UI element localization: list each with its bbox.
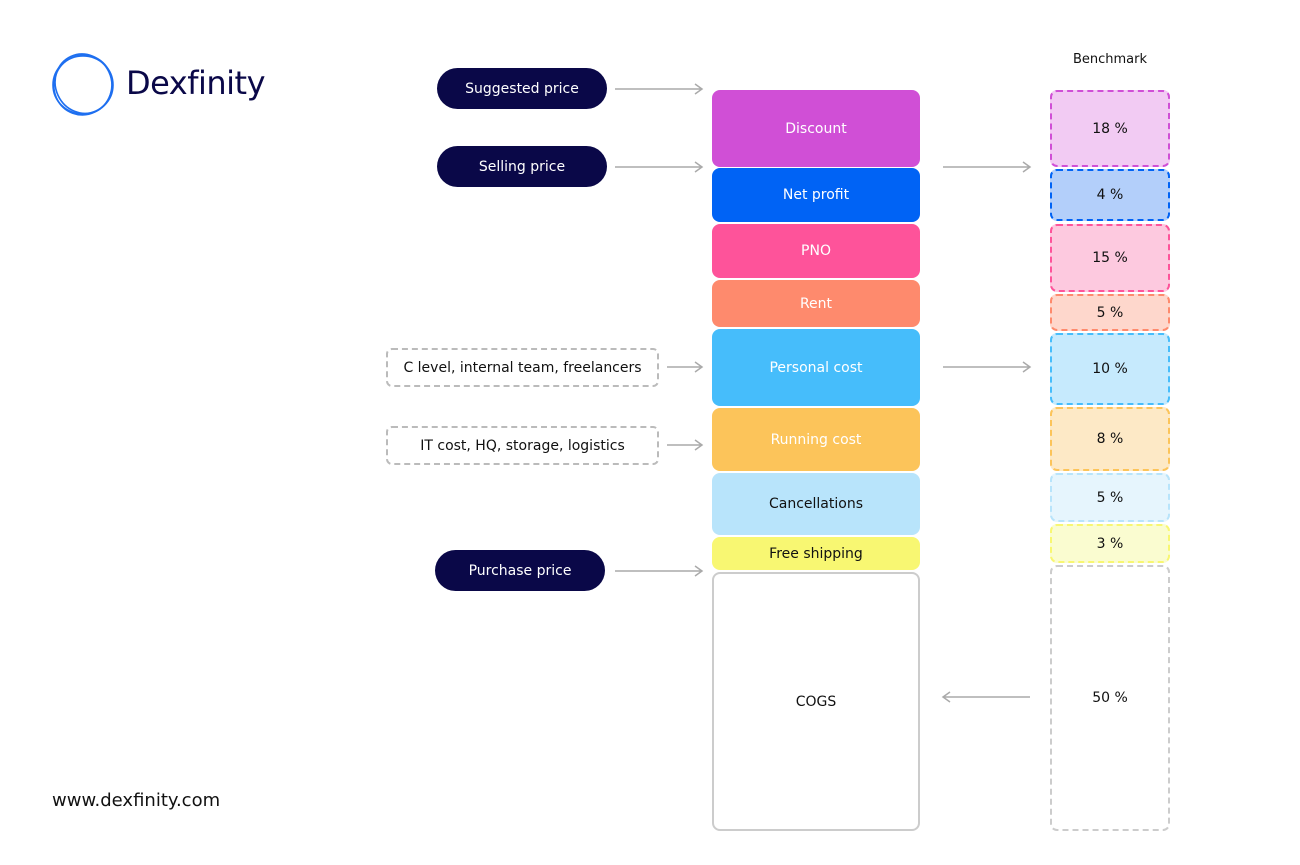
arrow-icon bbox=[667, 439, 704, 451]
arrow-icon bbox=[943, 161, 1032, 173]
arrow-icon bbox=[615, 83, 704, 95]
arrow-icon bbox=[615, 161, 704, 173]
arrow-icon bbox=[943, 361, 1032, 373]
arrows bbox=[615, 83, 1032, 703]
arrow-icon bbox=[941, 691, 1030, 703]
arrow-icon bbox=[667, 361, 704, 373]
arrow-icon bbox=[615, 565, 704, 577]
